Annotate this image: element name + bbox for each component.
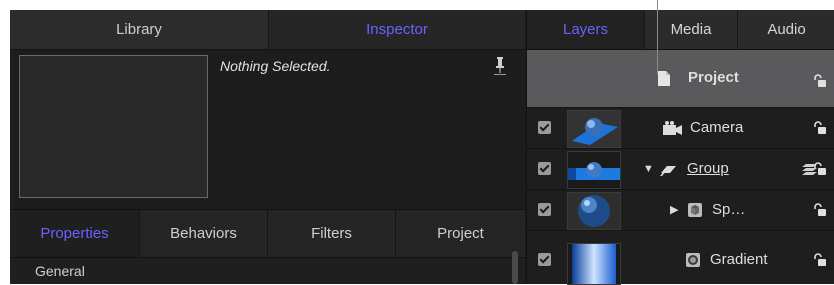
layer-name-project: Project: [688, 69, 739, 86]
general-label: General: [35, 263, 85, 279]
gradient-thumbnail: [567, 243, 621, 285]
lock-icon[interactable]: [813, 74, 827, 88]
layer-name-gradient: Gradient: [710, 251, 768, 268]
tab-layers[interactable]: Layers: [527, 10, 645, 49]
tab-inspector[interactable]: Inspector: [269, 10, 525, 49]
tab-audio[interactable]: Audio: [738, 10, 834, 49]
layer-row-sphere[interactable]: ▶ Sp…: [527, 190, 834, 231]
lock-icon[interactable]: [813, 203, 827, 217]
layers-tab-bar: Layers Media Audio: [527, 10, 834, 50]
gradient-icon: [686, 253, 700, 267]
preview-thumbnail: [19, 55, 208, 198]
disclosure-triangle-expanded-icon[interactable]: ▼: [643, 149, 654, 189]
motion-window: Library Inspector Nothing Selected. Prop…: [10, 10, 834, 285]
inspector-tab-bar: Properties Behaviors Filters Project: [10, 209, 525, 258]
camera-icon: [663, 121, 682, 135]
lock-icon[interactable]: [813, 253, 827, 267]
sphere-thumbnail: [567, 192, 621, 230]
pin-icon[interactable]: [494, 56, 506, 78]
library-inspector-panel: Library Inspector Nothing Selected. Prop…: [10, 10, 525, 284]
layer-row-camera[interactable]: Camera: [527, 108, 834, 149]
tab-properties[interactable]: Properties: [10, 210, 140, 257]
lock-icon[interactable]: [813, 162, 827, 176]
inspector-scrollbar[interactable]: [512, 251, 518, 284]
layer-visibility-checkbox[interactable]: [538, 203, 551, 216]
lock-icon[interactable]: [813, 121, 827, 135]
group-layers-icon: [660, 166, 676, 176]
general-section-header[interactable]: General: [10, 258, 525, 284]
document-icon: [658, 71, 670, 86]
layer-name-group: Group: [687, 160, 729, 177]
tab-behaviors[interactable]: Behaviors: [140, 210, 268, 257]
layer-visibility-checkbox[interactable]: [538, 162, 551, 175]
layer-row-gradient[interactable]: Gradient: [527, 231, 834, 285]
layer-row-project[interactable]: Project: [527, 50, 834, 108]
tab-filters[interactable]: Filters: [268, 210, 396, 257]
layer-visibility-checkbox[interactable]: [538, 253, 551, 266]
nothing-selected-label: Nothing Selected.: [220, 58, 331, 74]
layer-name-sphere: Sp…: [712, 201, 746, 218]
tab-project[interactable]: Project: [396, 210, 525, 257]
layer-name-camera: Camera: [690, 119, 744, 136]
layer-visibility-checkbox[interactable]: [538, 121, 551, 134]
layers-panel: Layers Media Audio Project Camera ▼ Grou…: [526, 10, 834, 285]
top-tab-bar: Library Inspector: [10, 10, 525, 50]
tab-media[interactable]: Media: [645, 10, 738, 49]
inspector-preview-area: Nothing Selected.: [10, 50, 525, 209]
tab-library[interactable]: Library: [10, 10, 269, 49]
callout-line: [657, 0, 658, 74]
group-thumbnail: [567, 151, 621, 189]
layer-row-group[interactable]: ▼ Group: [527, 149, 834, 190]
camera-thumbnail: [567, 110, 621, 148]
disclosure-triangle-collapsed-icon[interactable]: ▶: [670, 190, 678, 230]
shape-icon: [688, 203, 702, 217]
